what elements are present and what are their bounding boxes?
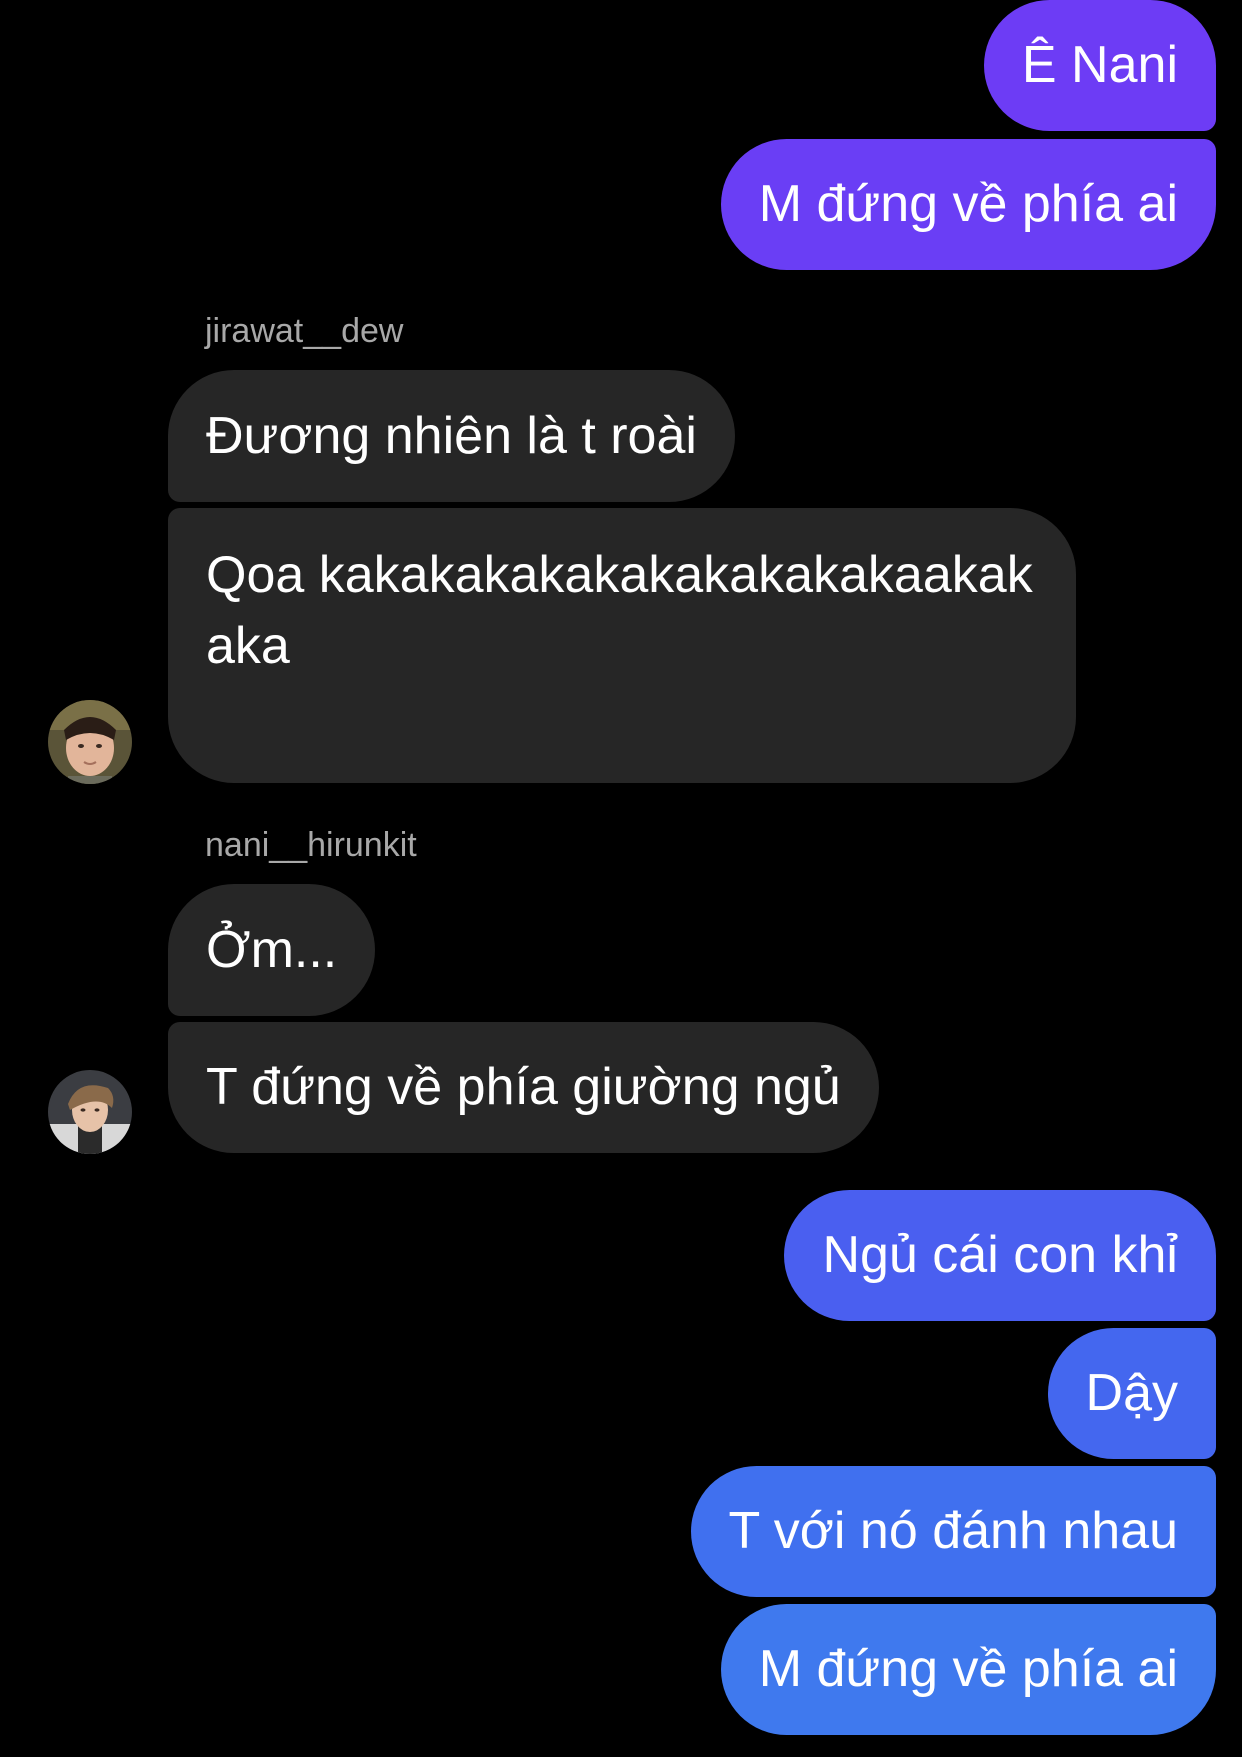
sender-name: jirawat__dew [205,312,404,350]
incoming-message-bubble[interactable]: Đương nhiên là t roài [168,370,735,502]
message-text: Ngủ cái con khỉ [822,1226,1178,1284]
incoming-message-bubble[interactable]: T đứng về phía giường ngủ [168,1022,879,1153]
outgoing-message-bubble[interactable]: M đứng về phía ai [720,139,1216,270]
message-text: T đứng về phía giường ngủ [206,1058,841,1116]
sender-name: nani__hirunkit [205,826,417,864]
incoming-message-bubble[interactable]: Ởm... [168,884,376,1016]
message-text: Ởm... [206,921,338,979]
incoming-message-bubble[interactable]: Qoa kakakakakakakakakakakaakakaka [168,508,1076,783]
profile-avatar-jirawat-icon[interactable] [48,700,132,784]
profile-avatar-nani-icon[interactable] [48,1070,132,1154]
message-text: Qoa kakakakakakakakakakakaakakaka [206,546,1033,675]
message-text: Đương nhiên là t roài [206,407,697,465]
outgoing-message-bubble[interactable]: M đứng về phía ai [720,1604,1216,1735]
message-text: Ê Nani [1021,36,1178,94]
message-text: M đứng về phía ai [758,175,1178,233]
outgoing-message-bubble[interactable]: T với nó đánh nhau [690,1466,1216,1597]
outgoing-message-bubble[interactable]: Dậy [1047,1328,1216,1459]
message-text: M đứng về phía ai [758,1640,1178,1698]
message-text: T với nó đánh nhau [728,1502,1178,1560]
outgoing-message-bubble[interactable]: Ê Nani [983,0,1216,131]
message-text: Dậy [1085,1364,1178,1422]
outgoing-message-bubble[interactable]: Ngủ cái con khỉ [784,1190,1216,1321]
